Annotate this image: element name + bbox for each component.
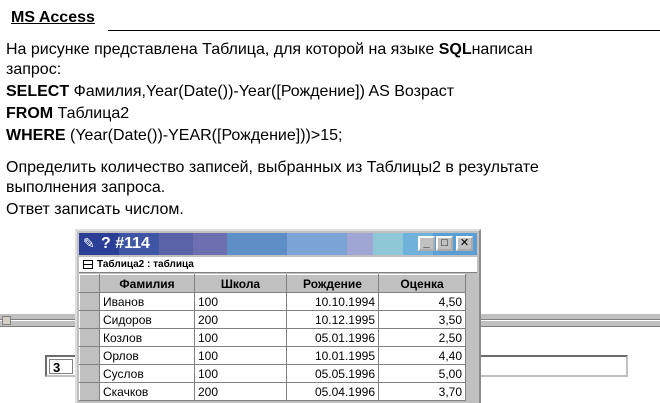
cell-surname[interactable]: Иванов — [99, 292, 195, 311]
sql-select-line: SELECT Фамилия,Year(Date())-Year([Рожден… — [6, 82, 454, 102]
access-table-window: ✎ ? #114 _ □ ✕ Таблица2 : таблица Фамили… — [75, 229, 481, 403]
cell-birthdate[interactable]: 05.01.1996 — [286, 328, 379, 347]
table-caption-bar: Таблица2 : таблица — [79, 257, 477, 273]
splitter-handle[interactable] — [2, 316, 11, 325]
cell-grade[interactable]: 4,40 — [378, 346, 466, 365]
from-clause: Таблица2 — [53, 105, 130, 122]
intro-text-a: На рисунке представлена Таблица, для кот… — [6, 41, 439, 58]
intro-text-b: написан — [471, 41, 533, 58]
table-row: Козлов 100 05.01.1996 2,50 — [79, 328, 466, 347]
table-icon — [83, 260, 93, 269]
column-header[interactable]: Школа — [194, 274, 287, 293]
select-clause: Фамилия,Year(Date())-Year([Рождение]) AS… — [69, 83, 455, 100]
intro-line-2: запрос: — [6, 61, 62, 78]
where-keyword: WHERE — [6, 127, 66, 144]
row-selector[interactable] — [79, 364, 100, 383]
row-selector-header[interactable] — [79, 274, 100, 293]
window-title: ? #114 — [101, 235, 150, 252]
row-selector[interactable] — [79, 292, 100, 311]
table-row: Суслов 100 05.05.1996 5,00 — [79, 364, 466, 383]
task-title: MS Access — [11, 9, 95, 26]
cell-grade[interactable]: 2,50 — [378, 328, 466, 347]
title-divider — [108, 30, 660, 31]
cell-school[interactable]: 100 — [194, 364, 287, 383]
cell-surname[interactable]: Козлов — [99, 328, 195, 347]
from-keyword: FROM — [6, 105, 54, 122]
maximize-button[interactable]: □ — [436, 236, 453, 251]
cell-birthdate[interactable]: 10.01.1995 — [286, 346, 379, 365]
row-selector[interactable] — [79, 328, 100, 347]
cell-surname[interactable]: Скачков — [99, 382, 195, 401]
cell-birthdate[interactable]: 10.12.1995 — [286, 310, 379, 329]
close-button[interactable]: ✕ — [456, 236, 473, 251]
datasheet-table: Фамилия Школа Рождение Оценка Иванов 100… — [79, 274, 466, 401]
table-row: Иванов 100 10.10.1994 4,50 — [79, 292, 466, 311]
intro-sql-keyword: SQL — [438, 41, 472, 58]
column-header[interactable]: Рождение — [286, 274, 379, 293]
titlebar-band — [193, 233, 227, 255]
question-line-3: Ответ записать числом. — [6, 201, 184, 218]
datasheet: Фамилия Школа Рождение Оценка Иванов 100… — [79, 274, 477, 403]
intro-line-1: На рисунке представлена Таблица, для кот… — [6, 40, 533, 60]
row-selector[interactable] — [79, 310, 100, 329]
table-row: Сидоров 200 10.12.1995 3,50 — [79, 310, 466, 329]
sql-where-line: WHERE (Year(Date())-YEAR([Рождение]))>15… — [6, 126, 342, 146]
cell-school[interactable]: 100 — [194, 328, 287, 347]
column-header[interactable]: Оценка — [378, 274, 466, 293]
select-keyword: SELECT — [6, 83, 70, 100]
table-row: Скачков 200 05.04.1996 3,70 — [79, 382, 466, 401]
cell-birthdate[interactable]: 05.05.1996 — [286, 364, 379, 383]
titlebar-band — [159, 233, 193, 255]
cell-surname[interactable]: Сидоров — [99, 310, 195, 329]
titlebar-band — [373, 233, 403, 255]
titlebar-band — [287, 233, 347, 255]
cell-birthdate[interactable]: 10.10.1994 — [286, 292, 379, 311]
column-header[interactable]: Фамилия — [99, 274, 195, 293]
table-caption: Таблица2 : таблица — [97, 259, 194, 270]
question-line-1: Определить количество записей, выбранных… — [6, 159, 539, 176]
cell-school[interactable]: 200 — [194, 310, 287, 329]
where-clause: (Year(Date())-YEAR([Рождение]))>15; — [65, 127, 343, 144]
cell-school[interactable]: 100 — [194, 292, 287, 311]
cell-grade[interactable]: 4,50 — [378, 292, 466, 311]
row-selector[interactable] — [79, 382, 100, 401]
answer-value[interactable]: 3 — [49, 359, 73, 375]
cell-surname[interactable]: Суслов — [99, 364, 195, 383]
window-titlebar[interactable]: ✎ ? #114 _ □ ✕ — [79, 233, 477, 255]
cell-grade[interactable]: 5,00 — [378, 364, 466, 383]
question-line-2: выполнения запроса. — [6, 179, 166, 196]
titlebar-band — [227, 233, 287, 255]
pencil-icon: ✎ — [83, 235, 95, 251]
sql-from-line: FROM Таблица2 — [6, 104, 129, 124]
minimize-button[interactable]: _ — [418, 236, 435, 251]
row-selector[interactable] — [79, 346, 100, 365]
cell-grade[interactable]: 3,70 — [378, 382, 466, 401]
header-row: Фамилия Школа Рождение Оценка — [79, 274, 466, 293]
table-row: Орлов 100 10.01.1995 4,40 — [79, 346, 466, 365]
cell-school[interactable]: 200 — [194, 382, 287, 401]
cell-birthdate[interactable]: 05.04.1996 — [286, 382, 379, 401]
cell-surname[interactable]: Орлов — [99, 346, 195, 365]
cell-grade[interactable]: 3,50 — [378, 310, 466, 329]
titlebar-band — [347, 233, 373, 255]
cell-school[interactable]: 100 — [194, 346, 287, 365]
